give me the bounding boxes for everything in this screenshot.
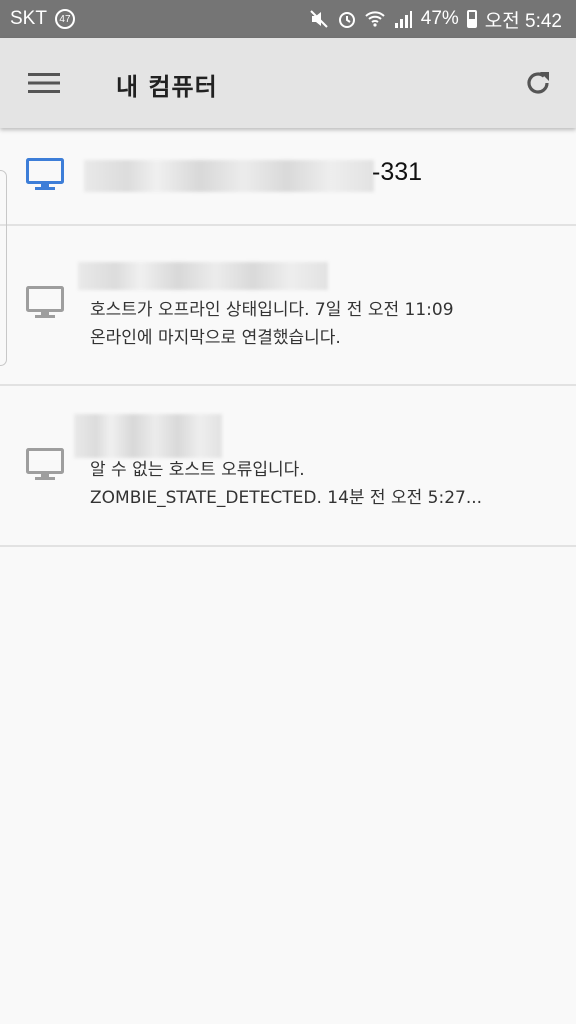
refresh-button[interactable] <box>518 63 558 103</box>
battery-percent: 47% <box>420 8 459 29</box>
desktop-computer-icon <box>26 286 64 318</box>
host-status-text: 알 수 없는 호스트 오류입니다. ZOMBIE_STATE_DETECTED.… <box>90 456 482 512</box>
redacted-host-name <box>78 262 328 290</box>
status-bar: SKT 47 47% 오전 5:42 <box>0 0 576 38</box>
mute-icon <box>310 10 328 28</box>
desktop-computer-icon <box>26 158 64 190</box>
redacted-host-name <box>84 160 374 192</box>
redacted-host-name <box>74 414 222 458</box>
drawer-edge-handle[interactable] <box>0 170 7 366</box>
wifi-icon <box>365 11 385 27</box>
battery-icon <box>466 10 477 28</box>
signal-icon <box>394 11 412 28</box>
clock: 오전 5:42 <box>484 10 562 32</box>
host-status-line-1: 알 수 없는 호스트 오류입니다. <box>90 460 305 480</box>
notification-count-badge: 47 <box>54 9 75 29</box>
computer-list-item[interactable]: 호스트가 오프라인 상태입니다. 7일 전 오전 11:09 온라인에 마지막으… <box>0 226 576 386</box>
page-title: 내 컴퓨터 <box>116 73 218 101</box>
refresh-icon <box>527 72 549 94</box>
hamburger-menu-icon <box>28 73 60 93</box>
host-status-line-2: ZOMBIE_STATE_DETECTED. 14분 전 오전 5:27... <box>90 488 483 508</box>
computer-list-item[interactable]: -331 <box>0 128 576 226</box>
host-status-line-2: 온라인에 마지막으로 연결했습니다. <box>90 328 341 348</box>
status-bar-right: 47% 오전 5:42 <box>309 6 562 33</box>
app-bar: 내 컴퓨터 <box>0 38 576 128</box>
host-status-text: 호스트가 오프라인 상태입니다. 7일 전 오전 11:09 온라인에 마지막으… <box>90 296 454 352</box>
alarm-icon <box>338 12 355 28</box>
desktop-computer-icon <box>26 448 64 480</box>
status-bar-left: SKT 47 <box>10 8 75 30</box>
host-name-suffix: -331 <box>372 158 423 186</box>
computer-list: -331 호스트가 오프라인 상태입니다. 7일 전 오전 11:09 온라인에… <box>0 128 576 547</box>
menu-button[interactable] <box>22 63 66 103</box>
host-status-line-1: 호스트가 오프라인 상태입니다. 7일 전 오전 11:09 <box>90 300 454 320</box>
carrier-label: SKT <box>10 8 47 29</box>
computer-list-item[interactable]: 알 수 없는 호스트 오류입니다. ZOMBIE_STATE_DETECTED.… <box>0 386 576 547</box>
